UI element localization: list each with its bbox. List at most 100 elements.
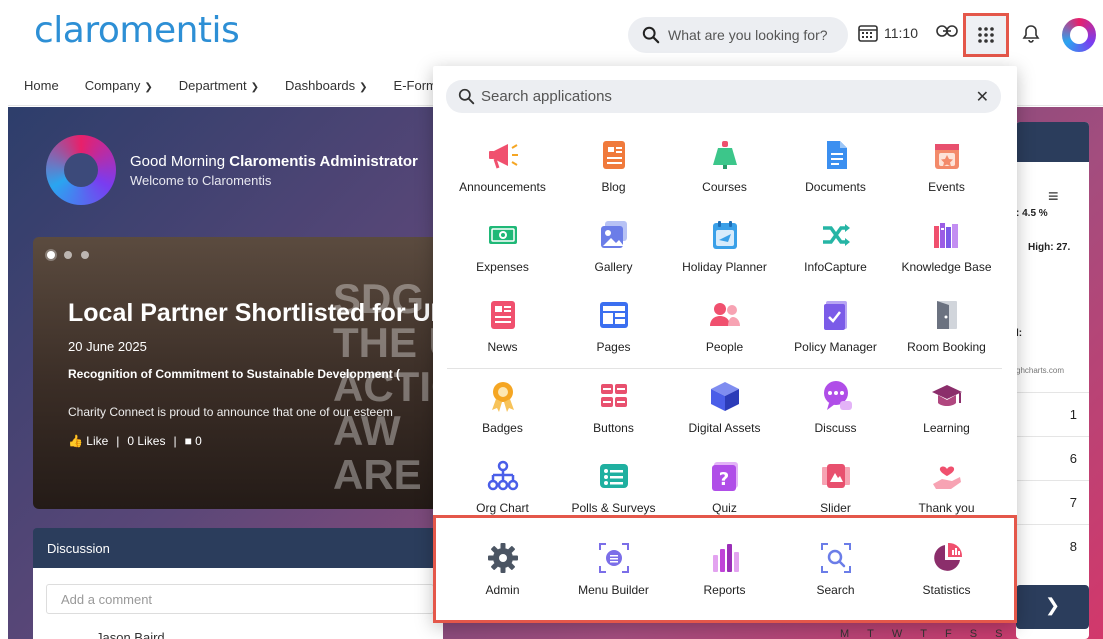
shuffle-icon <box>819 218 853 252</box>
app-tile-badges[interactable]: Badges <box>447 371 558 451</box>
app-tile-learning[interactable]: Learning <box>891 371 1002 451</box>
app-tile-blog[interactable]: Blog <box>558 130 669 210</box>
app-tile-knowledge-base[interactable]: Knowledge Base <box>891 210 1002 290</box>
app-label: Badges <box>482 421 523 435</box>
apps-search-placeholder: Search applications <box>481 88 612 105</box>
app-tile-discuss[interactable]: Discuss <box>780 371 891 451</box>
chart-label-2: High: 27. <box>1028 242 1071 253</box>
apps-launcher-button[interactable] <box>963 13 1009 57</box>
app-tile-announcements[interactable]: Announcements <box>447 130 558 210</box>
app-tile-holiday-planner[interactable]: Holiday Planner <box>669 210 780 290</box>
welcome-text: Welcome to Claromentis <box>130 173 272 188</box>
nav-item-dashboards[interactable]: Dashboards ❯ <box>285 78 368 93</box>
app-label: Documents <box>805 180 866 194</box>
events-icon <box>930 138 964 172</box>
chart-label-1: : 4.5 % <box>1016 208 1048 219</box>
close-icon[interactable]: ✕ <box>976 87 989 107</box>
holiday-icon <box>708 218 742 252</box>
app-tile-menu-builder[interactable]: Menu Builder <box>558 533 669 613</box>
app-tile-digital-assets[interactable]: Digital Assets <box>669 371 780 451</box>
app-tile-pages[interactable]: Pages <box>558 290 669 370</box>
news-title[interactable]: Local Partner Shortlisted for UN Si <box>68 299 443 328</box>
documents-icon <box>819 138 853 172</box>
apps-divider <box>447 368 1002 369</box>
app-tile-admin[interactable]: Admin <box>447 533 558 613</box>
news-carousel[interactable]: SDG A THE U ACTION AW ARE E Local Partne… <box>33 237 443 509</box>
app-label: Holiday Planner <box>682 260 767 274</box>
greeting-user-name: Claromentis Administrator <box>229 153 418 170</box>
app-label: Room Booking <box>907 340 986 354</box>
nav-item-department[interactable]: Department ❯ <box>179 78 259 93</box>
app-tile-policy-manager[interactable]: Policy Manager <box>780 290 891 370</box>
widget-row: 7 <box>1016 480 1089 524</box>
app-label: InfoCapture <box>804 260 867 274</box>
gear-icon <box>486 541 520 575</box>
gallery-icon <box>597 218 631 252</box>
right-widget: ≡ : 4.5 % High: 27. l: ghcharts.com 1 6 … <box>1016 122 1089 639</box>
app-label: Pages <box>596 340 631 354</box>
buttons-icon <box>597 379 631 413</box>
global-search-input[interactable]: What are you looking for? <box>628 17 848 53</box>
nav-item-home[interactable]: Home <box>24 78 59 93</box>
calendar-clock[interactable]: 11:10 <box>858 24 918 42</box>
app-tile-news[interactable]: News <box>447 290 558 370</box>
app-label: Gallery <box>594 260 633 274</box>
app-label: Knowledge Base <box>901 260 992 274</box>
app-tile-statistics[interactable]: Statistics <box>891 533 1002 613</box>
app-tile-documents[interactable]: Documents <box>780 130 891 210</box>
courses-icon <box>708 138 742 172</box>
app-tile-room-booking[interactable]: Room Booking <box>891 290 1002 370</box>
app-tile-courses[interactable]: Courses <box>669 130 780 210</box>
chat-icon <box>819 379 853 413</box>
app-label: Slider <box>820 501 851 515</box>
hamburger-menu-icon[interactable]: ≡ <box>1048 186 1059 207</box>
pie-chart-icon <box>930 541 964 575</box>
app-label: Policy Manager <box>794 340 877 354</box>
people-icon <box>708 298 742 332</box>
app-label: Thank you <box>918 501 975 515</box>
nav-item-eform[interactable]: E-Form <box>394 78 437 93</box>
books-icon <box>930 218 964 252</box>
discussion-header: Discussion <box>33 528 443 568</box>
app-tile-search[interactable]: Search <box>780 533 891 613</box>
badge-icon <box>486 379 520 413</box>
app-label: Reports <box>703 583 746 597</box>
app-tile-people[interactable]: People <box>669 290 780 370</box>
app-label: Polls & Surveys <box>571 501 656 515</box>
nav-item-company[interactable]: Company ❯ <box>85 78 153 93</box>
app-tile-events[interactable]: Events <box>891 130 1002 210</box>
app-label: People <box>705 340 744 354</box>
like-button[interactable]: 👍 Like <box>68 434 108 448</box>
polls-icon <box>597 459 631 493</box>
next-arrow-button[interactable]: ❯ <box>1016 585 1089 629</box>
chart-credit: ghcharts.com <box>1016 366 1065 375</box>
notifications-button[interactable] <box>1022 24 1040 49</box>
app-label: Courses <box>702 180 747 194</box>
apps-search-input[interactable]: Search applications ✕ <box>446 80 1001 113</box>
door-icon <box>930 298 964 332</box>
admin-apps-grid: Admin Menu Builder Reports Search Statistics <box>447 533 1003 613</box>
carousel-dot-2[interactable] <box>64 251 72 259</box>
carousel-dot-1[interactable] <box>47 251 55 259</box>
link-button[interactable] <box>936 24 958 43</box>
claromentis-logo[interactable]: claromentis <box>34 10 240 51</box>
widget-row: 1 <box>1016 392 1089 436</box>
carousel-dot-3[interactable] <box>81 251 89 259</box>
news-icon <box>486 298 520 332</box>
policy-icon <box>819 298 853 332</box>
bar-chart-icon <box>708 541 742 575</box>
news-date: 20 June 2025 <box>68 339 147 354</box>
widget-row: 8 <box>1016 524 1089 568</box>
comment-author[interactable]: Jason Baird <box>96 630 165 639</box>
app-tile-buttons[interactable]: Buttons <box>558 371 669 451</box>
news-subtitle: Recognition of Commitment to Sustainable… <box>68 367 401 381</box>
user-avatar[interactable] <box>1062 18 1096 52</box>
app-tile-gallery[interactable]: Gallery <box>558 210 669 290</box>
app-label: Search <box>816 583 855 597</box>
app-tile-infocapture[interactable]: InfoCapture <box>780 210 891 290</box>
app-tile-expenses[interactable]: Expenses <box>447 210 558 290</box>
comments-count[interactable]: ■ 0 <box>185 434 202 448</box>
search-icon <box>458 88 475 105</box>
comment-input[interactable]: Add a comment <box>46 584 434 614</box>
app-tile-reports[interactable]: Reports <box>669 533 780 613</box>
